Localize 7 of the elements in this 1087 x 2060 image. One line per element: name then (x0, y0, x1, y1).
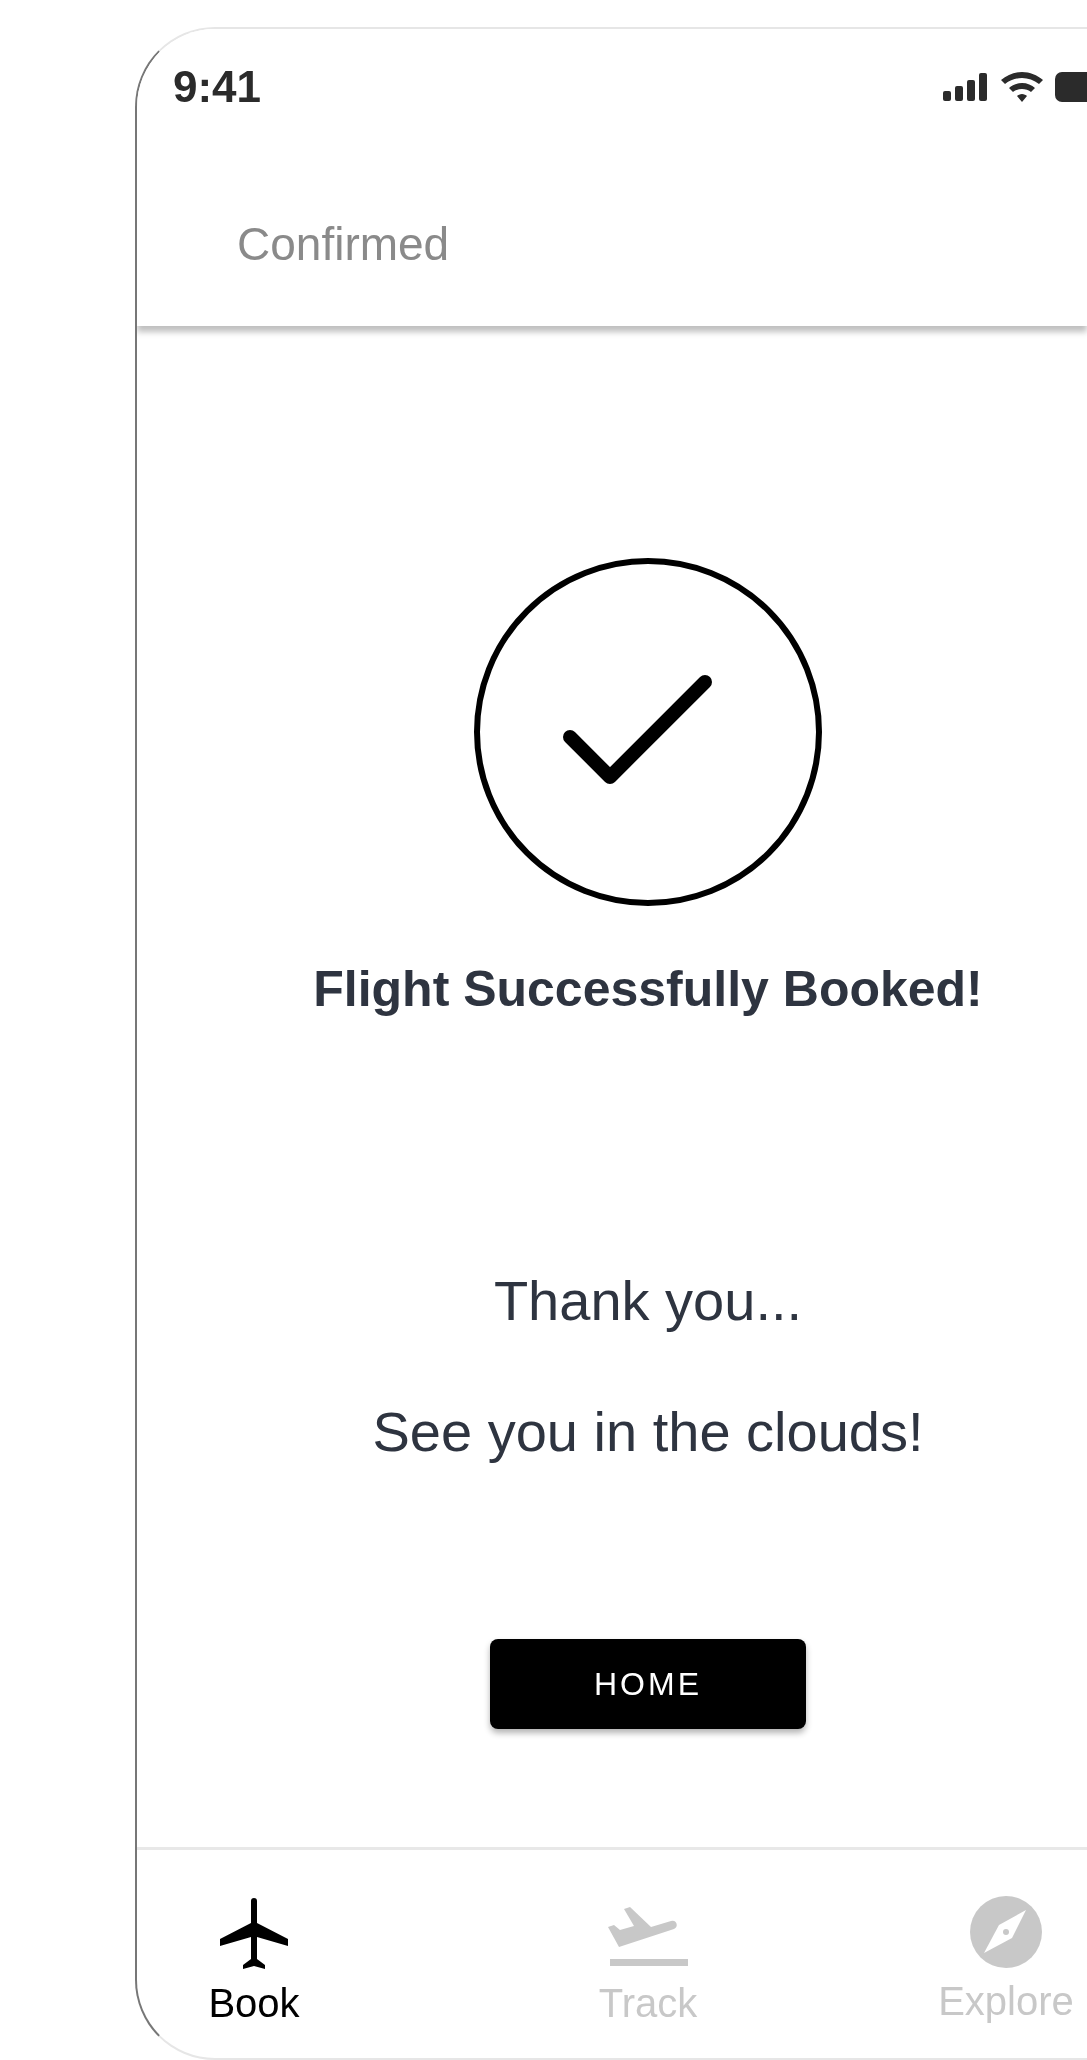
thank-you-message: See you in the clouds! (372, 1399, 924, 1464)
header-title: Confirmed (237, 217, 451, 271)
home-button[interactable]: HOME (490, 1639, 806, 1729)
tab-item[interactable]: Book (137, 1895, 371, 2026)
status-time: 9:41 (173, 62, 262, 112)
thank-you-message: Thank you... (493, 1268, 803, 1333)
success-heading: Flight Successfully Booked! (313, 960, 983, 1018)
